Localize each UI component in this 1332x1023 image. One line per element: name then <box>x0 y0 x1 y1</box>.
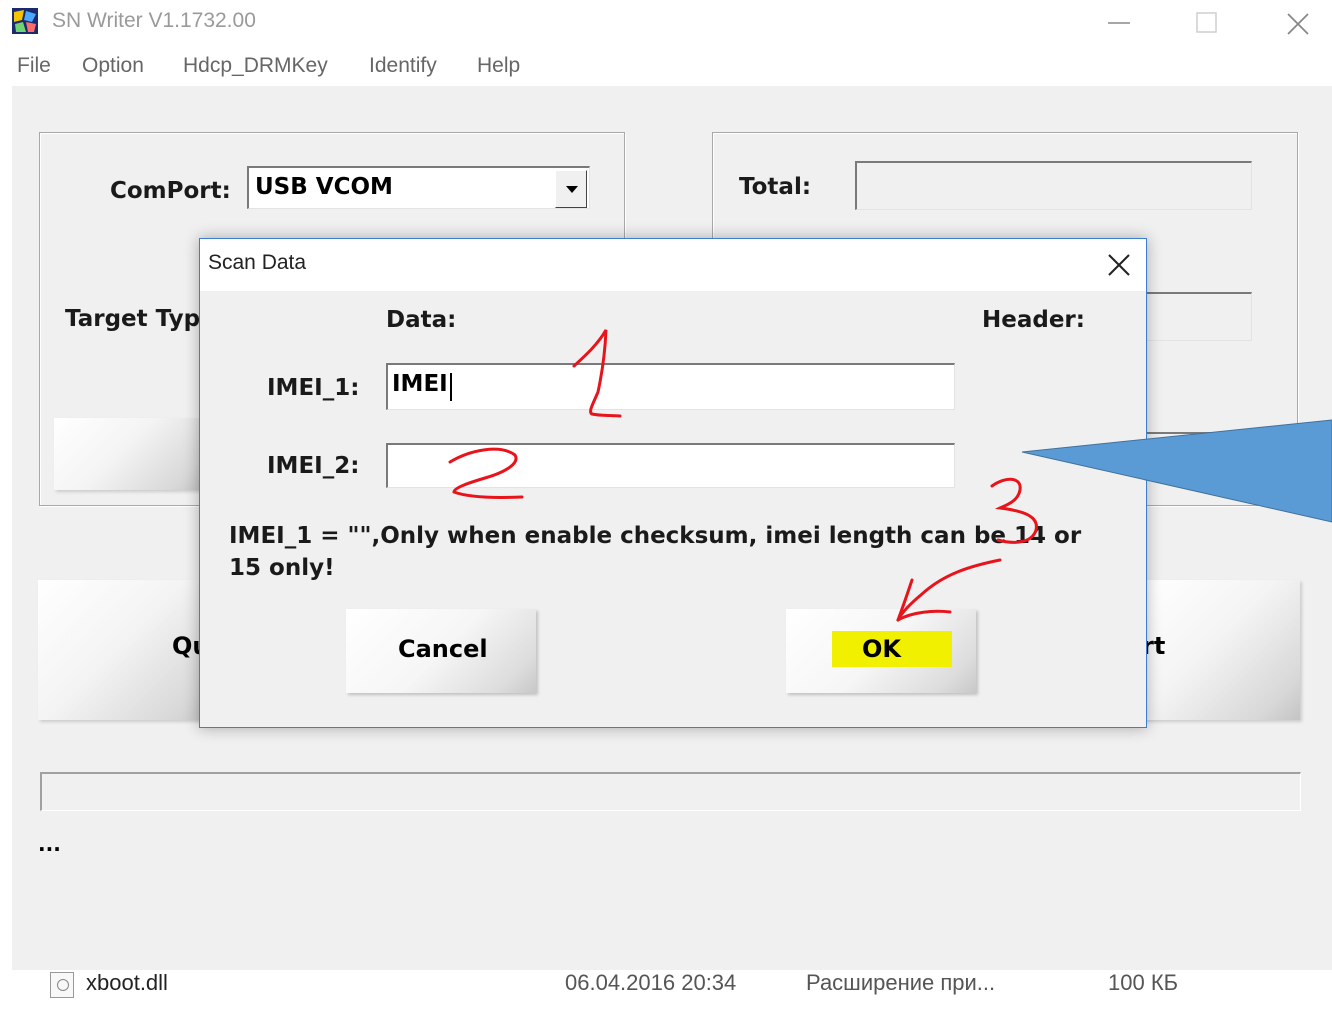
comport-value: USB VCOM <box>255 174 393 200</box>
imei2-label: IMEI_2: <box>267 453 360 479</box>
imei1-input[interactable]: IMEI <box>386 363 955 410</box>
target-type-label: Target Typ <box>65 306 201 332</box>
text-caret <box>450 373 452 401</box>
progress-bar <box>40 772 1301 811</box>
ok-button-label: OK <box>862 635 901 663</box>
counter-field-3 <box>1145 432 1252 475</box>
window-title: SN Writer V1.1732.00 <box>52 9 256 32</box>
total-field <box>855 161 1252 210</box>
cancel-button-label: Cancel <box>398 635 488 663</box>
file-size: 100 КБ <box>1108 970 1179 995</box>
header-column-label: Header: <box>982 307 1085 333</box>
setting-button[interactable] <box>54 418 204 490</box>
total-label: Total: <box>739 174 812 200</box>
menu-bar: File Option Hdcp_DRMKey Identify Help <box>0 46 1332 86</box>
window-close-button[interactable] <box>1276 4 1316 40</box>
status-text: ... <box>38 832 61 856</box>
chevron-down-icon[interactable] <box>555 170 587 208</box>
comport-select[interactable]: USB VCOM <box>247 166 590 209</box>
explorer-file-row[interactable]: xboot.dll 06.04.2016 20:34 Расширение пр… <box>12 970 1332 1023</box>
dialog-close-button[interactable] <box>1102 249 1136 281</box>
close-icon <box>1287 13 1309 35</box>
title-bar: SN Writer V1.1732.00 <box>0 0 1332 44</box>
message-line-2: 15 only! <box>229 555 335 581</box>
file-name: xboot.dll <box>86 970 168 995</box>
minimize-icon <box>1108 22 1130 24</box>
data-column-label: Data: <box>386 307 457 333</box>
file-date: 06.04.2016 20:34 <box>565 970 737 995</box>
maximize-icon <box>1196 12 1217 33</box>
start-button[interactable]: rt <box>1142 580 1300 720</box>
maximize-button[interactable] <box>1186 4 1226 40</box>
counter-field-2 <box>1145 292 1252 341</box>
imei2-input[interactable] <box>386 443 955 488</box>
cancel-button[interactable]: Cancel <box>346 609 536 693</box>
ok-button[interactable]: OK <box>786 609 976 693</box>
menu-hdcp-drmkey[interactable]: Hdcp_DRMKey <box>183 54 328 78</box>
quit-button[interactable]: Qu <box>38 580 218 720</box>
dialog-title-bar: Scan Data <box>200 239 1146 291</box>
menu-file[interactable]: File <box>17 54 51 78</box>
comport-label: ComPort: <box>110 178 231 204</box>
menu-identify[interactable]: Identify <box>369 54 437 78</box>
imei1-value: IMEI <box>392 371 448 397</box>
menu-option[interactable]: Option <box>82 54 144 78</box>
menu-help[interactable]: Help <box>477 54 520 78</box>
imei1-label: IMEI_1: <box>267 375 360 401</box>
scan-data-dialog: Scan Data Data: Header: IMEI_1: IMEI IME… <box>199 238 1147 728</box>
close-icon <box>1108 254 1130 276</box>
minimize-button[interactable] <box>1098 4 1138 40</box>
dialog-title: Scan Data <box>208 251 307 274</box>
message-line-1: IMEI_1 = "",Only when enable checksum, i… <box>229 523 1082 549</box>
dll-file-icon <box>50 972 74 998</box>
file-type: Расширение при... <box>806 970 996 995</box>
app-logo-icon <box>12 8 38 34</box>
